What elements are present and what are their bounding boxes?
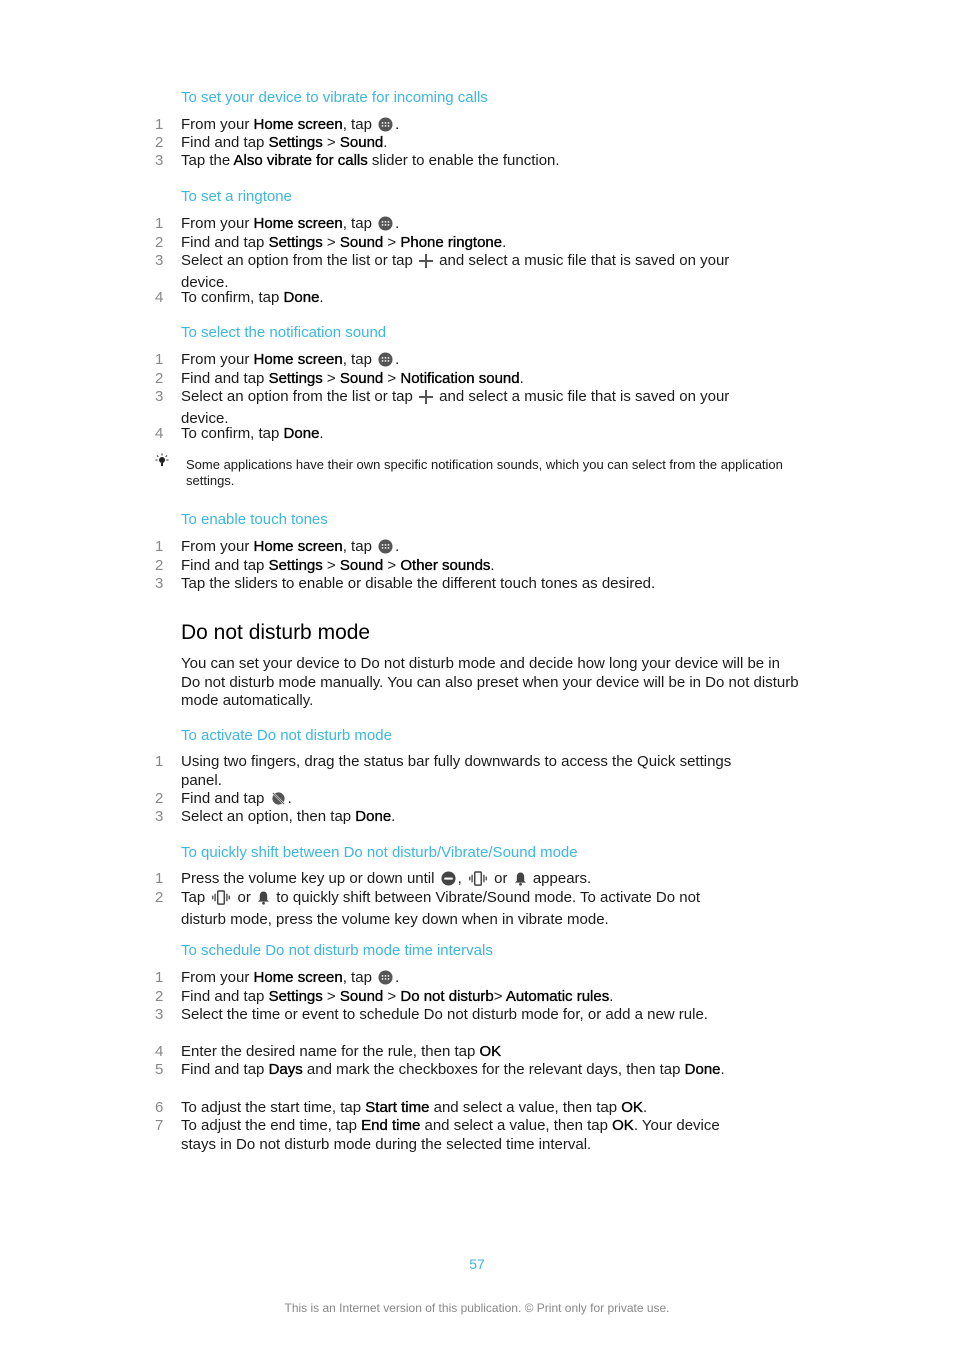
- ui-term: Phone ringtone: [400, 234, 503, 251]
- bell-icon: [257, 890, 270, 911]
- step-number: 5: [155, 1061, 164, 1078]
- step-text: Find and tap Settings > Sound > Do not d…: [181, 988, 614, 1005]
- step-number: 1: [155, 215, 164, 232]
- step-number: 1: [155, 870, 164, 887]
- step-number: 3: [155, 252, 164, 269]
- ui-term: Settings: [268, 557, 323, 574]
- page-number: 57: [469, 1256, 485, 1272]
- ui-term: Also vibrate for calls: [233, 152, 368, 169]
- step-text: Using two fingers, drag the status bar f…: [181, 753, 732, 789]
- step-number: 2: [155, 557, 164, 574]
- step-text: Find and tap Settings > Sound > Other so…: [181, 557, 495, 574]
- ui-term: OK: [612, 1117, 634, 1134]
- ui-term: Sound: [339, 988, 384, 1005]
- ui-term: OK: [479, 1043, 502, 1060]
- step-text: Tap or to quickly shift between Vibrate/…: [181, 889, 701, 928]
- ui-term: Home screen: [253, 215, 343, 232]
- ui-term: Sound: [339, 234, 384, 251]
- step-number: 2: [155, 790, 164, 807]
- ui-term: Settings: [268, 234, 323, 251]
- step-text: To confirm, tap Done.: [181, 289, 324, 306]
- ui-term: Home screen: [253, 116, 343, 133]
- ui-term: Home screen: [253, 538, 343, 555]
- ui-term: Automatic rules: [505, 988, 610, 1005]
- footer-notice: This is an Internet version of this publ…: [284, 1301, 670, 1315]
- step-number: 3: [155, 388, 164, 405]
- ui-term: Sound: [339, 557, 384, 574]
- lightbulb-icon: [154, 453, 170, 474]
- step-number: 1: [155, 351, 164, 368]
- chapter-intro: You can set your device to Do not distur…: [181, 655, 799, 709]
- step-number: 2: [155, 134, 164, 151]
- step-text: To confirm, tap Done.: [181, 425, 324, 442]
- ui-term: Done: [283, 289, 320, 306]
- ui-term: Settings: [268, 370, 323, 387]
- step-number: 2: [155, 889, 164, 906]
- ui-term: Sound: [339, 134, 384, 151]
- step-text: Enter the desired name for the rule, the…: [181, 1043, 502, 1060]
- step-number: 6: [155, 1099, 164, 1116]
- ui-term: Sound: [339, 370, 384, 387]
- procedure-heading: To set a ringtone: [181, 188, 292, 205]
- step-text: Tap the sliders to enable or disable the…: [181, 575, 656, 592]
- procedure-heading: To quickly shift between Do not disturb/…: [181, 844, 578, 861]
- ui-term: Done: [283, 425, 320, 442]
- step-number: 3: [155, 808, 164, 825]
- step-number: 1: [155, 116, 164, 133]
- vibrate-icon: [211, 890, 231, 911]
- step-text: Find and tap Settings > Sound.: [181, 134, 388, 151]
- ui-term: Days: [268, 1061, 303, 1078]
- ui-term: Start time: [365, 1099, 430, 1116]
- procedure-heading: To activate Do not disturb mode: [181, 727, 392, 744]
- step-text: Find and tap Days and mark the checkboxe…: [181, 1061, 725, 1078]
- step-text: Select the time or event to schedule Do …: [181, 1006, 708, 1023]
- chapter-title: Do not disturb mode: [181, 621, 371, 644]
- step-number: 2: [155, 988, 164, 1005]
- step-number: 4: [155, 289, 164, 306]
- ui-term: Home screen: [253, 351, 343, 368]
- step-number: 1: [155, 969, 164, 986]
- procedure-heading: To set your device to vibrate for incomi…: [181, 89, 488, 106]
- plus-icon: [418, 390, 433, 410]
- step-number: 1: [155, 753, 164, 770]
- ui-term: Settings: [268, 988, 323, 1005]
- procedure-heading: To schedule Do not disturb mode time int…: [181, 942, 493, 959]
- ui-term: Done: [684, 1061, 721, 1078]
- step-number: 1: [155, 538, 164, 555]
- procedure-heading: To select the notification sound: [181, 324, 387, 341]
- step-number: 2: [155, 234, 164, 251]
- step-number: 7: [155, 1117, 164, 1134]
- step-text: To adjust the start time, tap Start time…: [181, 1099, 648, 1116]
- step-text: Find and tap Settings > Sound > Notifica…: [181, 370, 524, 387]
- ui-term: Other sounds: [400, 557, 491, 574]
- step-number: 3: [155, 1006, 164, 1023]
- procedure-heading: To enable touch tones: [181, 511, 328, 528]
- step-number: 4: [155, 425, 164, 442]
- ui-term: End time: [361, 1117, 421, 1134]
- manual-page: To set your device to vibrate for incomi…: [0, 0, 954, 1350]
- step-text: Select an option from the list or tap an…: [181, 252, 730, 291]
- ui-term: Notification sound: [400, 370, 520, 387]
- ui-term: Done: [355, 808, 392, 825]
- ui-term: OK: [621, 1099, 643, 1116]
- ui-term: Do not disturb: [400, 988, 494, 1005]
- ui-term: Home screen: [253, 969, 343, 986]
- plus-icon: [418, 254, 433, 274]
- step-text: To adjust the end time, tap End time and…: [181, 1117, 720, 1153]
- step-number: 4: [155, 1043, 164, 1060]
- ui-term: Settings: [268, 134, 323, 151]
- step-number: 2: [155, 370, 164, 387]
- tip-note: Some applications have their own specifi…: [186, 457, 783, 488]
- step-text: Select an option from the list or tap an…: [181, 388, 730, 427]
- step-number: 3: [155, 575, 164, 592]
- step-text: Find and tap Settings > Sound > Phone ri…: [181, 234, 507, 251]
- step-text: Tap the Also vibrate for calls slider to…: [181, 152, 560, 169]
- step-text: Select an option, then tap Done.: [181, 808, 396, 825]
- step-number: 3: [155, 152, 164, 169]
